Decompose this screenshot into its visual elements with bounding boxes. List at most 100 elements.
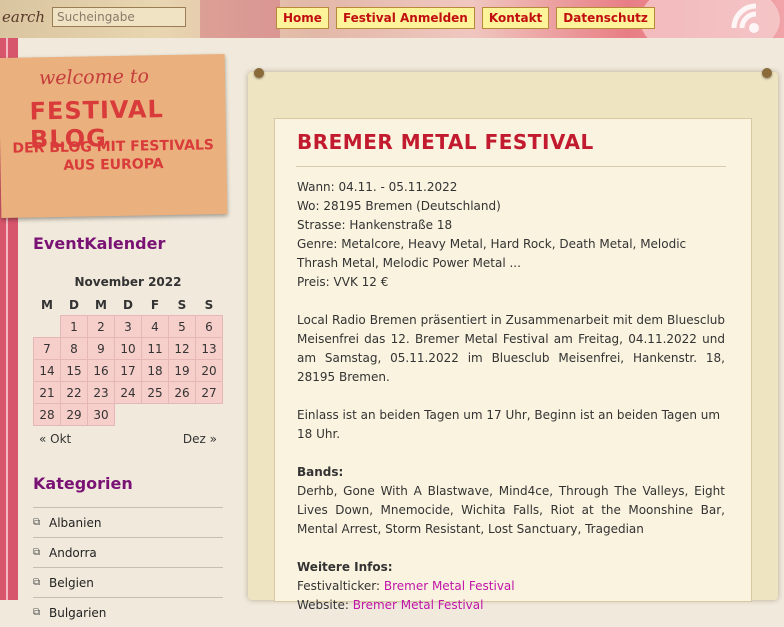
calendar-caption: November 2022 bbox=[74, 275, 182, 289]
weekday-header: D bbox=[69, 298, 79, 312]
category-item[interactable]: ⧉ Bulgarien bbox=[33, 597, 223, 627]
calendar-day[interactable]: 21 bbox=[33, 381, 61, 404]
calendar-empty-cell bbox=[115, 404, 142, 426]
calendar-week-row: 28 29 30 bbox=[33, 403, 223, 426]
divider bbox=[296, 166, 726, 167]
logo-welcome-text: welcome to bbox=[38, 65, 150, 90]
calendar-week-row: 123456 bbox=[34, 315, 223, 338]
calendar-empty-cell bbox=[34, 316, 61, 338]
calendar-day[interactable]: 11 bbox=[141, 337, 169, 360]
calendar-day[interactable]: 17 bbox=[114, 359, 142, 382]
calendar-day[interactable]: 15 bbox=[60, 359, 88, 382]
post-title[interactable]: BREMER METAL FESTIVAL bbox=[297, 130, 594, 154]
calendar-week-row: 14 15 16 17 18 19 20 bbox=[33, 359, 223, 382]
more-info-label: Weitere Infos: bbox=[297, 560, 393, 574]
calendar-prev-link[interactable]: « Okt bbox=[33, 432, 77, 446]
site-logo[interactable]: welcome to FESTIVAL BLOG DER BLOG MIT FE… bbox=[0, 54, 228, 218]
calendar-day[interactable]: 10 bbox=[114, 337, 142, 360]
website-line: Website: Bremer Metal Festival bbox=[297, 596, 725, 615]
calendar-day[interactable]: 24 bbox=[114, 381, 142, 404]
calendar-heading: EventKalender bbox=[33, 234, 166, 253]
calendar-day[interactable]: 4 bbox=[141, 315, 169, 338]
search-input[interactable] bbox=[52, 7, 186, 27]
event-genre: Genre: Metalcore, Heavy Metal, Hard Rock… bbox=[297, 237, 687, 270]
category-list: ⧉ Albanien ⧉ Andorra ⧉ Belgien ⧉ Bulgarien bbox=[33, 507, 223, 627]
calendar-empty-cell bbox=[142, 404, 169, 426]
calendar-day[interactable]: 2 bbox=[87, 315, 115, 338]
event-admission: Einlass ist an beiden Tagen um 17 Uhr, B… bbox=[297, 408, 721, 441]
folder-icon: ⧉ bbox=[33, 517, 41, 528]
calendar-day[interactable]: 14 bbox=[33, 359, 61, 382]
nav-datenschutz[interactable]: Datenschutz bbox=[556, 7, 655, 29]
calendar-body: 1 2 3 4 5 6 7 8 9 10 11 12 13 14 15 16 17 18 19 20 21 22 23 24 2… bbox=[33, 315, 223, 426]
post-body: Wann: 04.11. - 05.11.2022 Wo: 28195 Brem… bbox=[297, 178, 725, 615]
categories-heading: Kategorien bbox=[33, 474, 133, 493]
calendar-weekday-row: M D M D F S S bbox=[34, 295, 223, 316]
bands-list: Derhb, Gone With A Blastwave, Mind4ce, T… bbox=[297, 484, 725, 536]
festivalticker-line: Festivalticker: Bremer Metal Festival bbox=[297, 577, 725, 596]
calendar-day[interactable]: 13 bbox=[195, 337, 223, 360]
calendar-day[interactable]: 6 bbox=[195, 315, 223, 338]
logo-subtitle: DER BLOG MIT FESTIVALS AUS EUROPA bbox=[10, 136, 217, 176]
calendar-navigation: « Okt Dez » bbox=[33, 432, 223, 446]
calendar-day[interactable]: 22 bbox=[60, 381, 88, 404]
website-link[interactable]: Bremer Metal Festival bbox=[353, 598, 484, 612]
calendar-day[interactable]: 23 bbox=[87, 381, 115, 404]
nav-festival-anmelden[interactable]: Festival Anmelden bbox=[335, 7, 475, 29]
festivalticker-label: Festivalticker: bbox=[297, 579, 384, 593]
nav-home[interactable]: Home bbox=[276, 7, 329, 29]
calendar-next-link[interactable]: Dez » bbox=[177, 432, 223, 446]
event-intro: Local Radio Bremen präsentiert in Zusamm… bbox=[297, 313, 725, 384]
weekday-header: M bbox=[95, 298, 107, 312]
weekday-header: F bbox=[150, 298, 160, 312]
festivalticker-link[interactable]: Bremer Metal Festival bbox=[384, 579, 515, 593]
calendar-day[interactable]: 20 bbox=[195, 359, 223, 382]
category-item[interactable]: ⧉ Andorra bbox=[33, 537, 223, 567]
header-bar: earch Home Festival Anmelden Kontakt Dat… bbox=[0, 0, 784, 38]
calendar-day[interactable]: 8 bbox=[60, 337, 88, 360]
calendar-empty-cell bbox=[196, 404, 223, 426]
main-nav: Home Festival Anmelden Kontakt Datenschu… bbox=[276, 7, 655, 29]
calendar-week-row: 21 22 23 24 25 26 27 bbox=[33, 381, 223, 404]
category-item[interactable]: ⧉ Belgien bbox=[33, 567, 223, 597]
calendar-day[interactable]: 7 bbox=[33, 337, 61, 360]
nav-kontakt[interactable]: Kontakt bbox=[481, 7, 550, 29]
calendar-day[interactable]: 18 bbox=[141, 359, 169, 382]
rss-icon[interactable] bbox=[714, 2, 784, 38]
event-price: Preis: VVK 12 € bbox=[297, 275, 389, 289]
pin-icon bbox=[254, 68, 264, 78]
calendar-empty-cell bbox=[169, 404, 196, 426]
bands-label: Bands: bbox=[297, 465, 344, 479]
header-decoration bbox=[200, 0, 280, 38]
calendar-day[interactable]: 9 bbox=[87, 337, 115, 360]
calendar-day[interactable]: 28 bbox=[33, 403, 61, 426]
folder-icon: ⧉ bbox=[33, 577, 41, 588]
event-date: Wann: 04.11. - 05.11.2022 bbox=[297, 180, 458, 194]
category-item[interactable]: ⧉ Albanien bbox=[33, 507, 223, 537]
event-calendar: M D M D F S S 1 2 3 4 5 6 7 8 9 10 11 12 13 14 15 16 17 1… bbox=[33, 295, 223, 426]
event-location: Wo: 28195 Bremen (Deutschland) bbox=[297, 199, 501, 213]
calendar-day[interactable]: 25 bbox=[141, 381, 169, 404]
weekday-header: M bbox=[41, 298, 53, 313]
calendar-day[interactable]: 3 bbox=[114, 315, 142, 338]
event-street: Strasse: Hankenstraße 18 bbox=[297, 218, 453, 232]
pin-icon bbox=[762, 68, 772, 78]
calendar-day[interactable]: 26 bbox=[168, 381, 196, 404]
calendar-day[interactable]: 12 bbox=[168, 337, 196, 360]
calendar-day[interactable]: 5 bbox=[168, 315, 196, 338]
folder-icon: ⧉ bbox=[33, 607, 41, 618]
logo-subtitle-line-2: AUS EUROPA bbox=[63, 156, 164, 174]
calendar-day[interactable]: 27 bbox=[195, 381, 223, 404]
calendar-day[interactable]: 16 bbox=[87, 359, 115, 382]
calendar-week-row: 7 8 9 10 11 12 13 bbox=[33, 337, 223, 360]
folder-icon: ⧉ bbox=[33, 547, 41, 558]
calendar-day[interactable]: 29 bbox=[60, 403, 88, 426]
category-label: Belgien bbox=[49, 575, 94, 590]
calendar-day[interactable]: 30 bbox=[87, 403, 115, 426]
calendar-day[interactable]: 19 bbox=[168, 359, 196, 382]
search-label: earch bbox=[2, 8, 46, 26]
calendar-day[interactable]: 1 bbox=[60, 315, 88, 338]
website-label: Website: bbox=[297, 598, 353, 612]
category-label: Andorra bbox=[49, 545, 97, 560]
logo-subtitle-line-1: DER BLOG MIT FESTIVALS bbox=[12, 137, 215, 157]
